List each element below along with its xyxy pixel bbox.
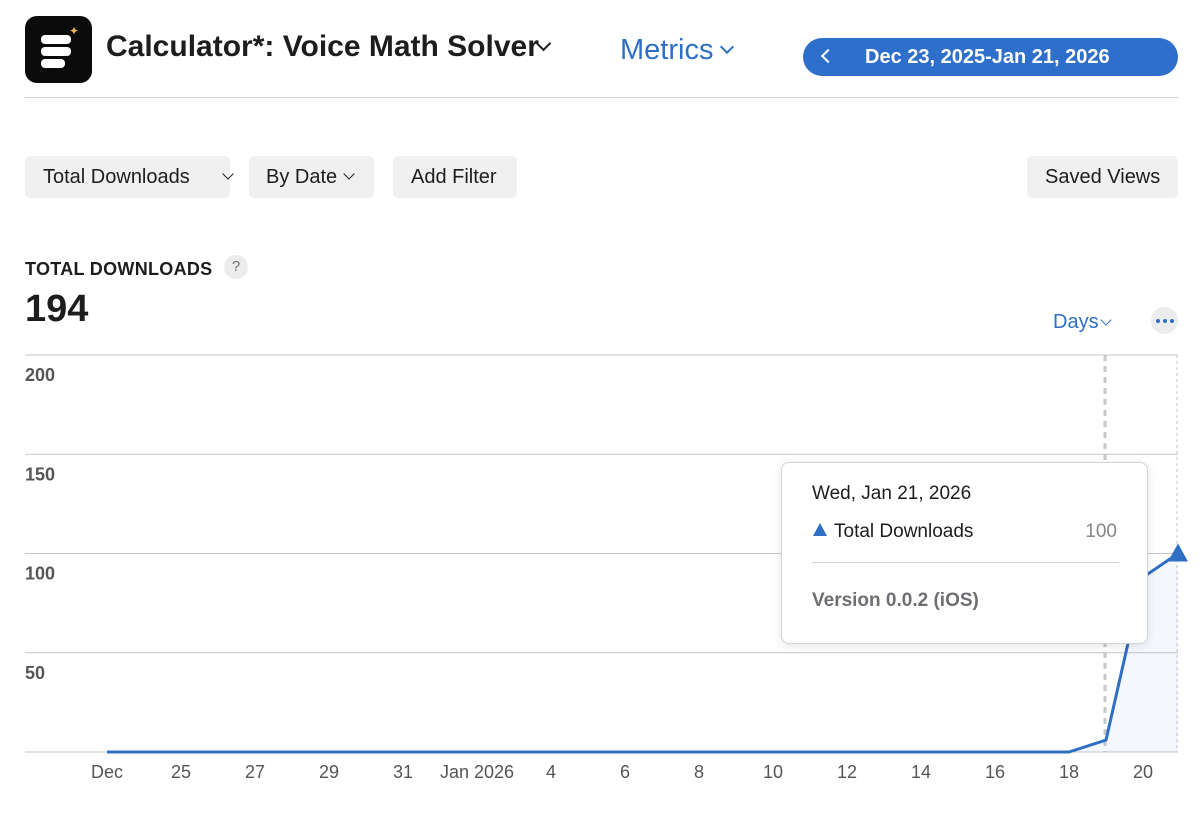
tooltip-date: Wed, Jan 21, 2026 <box>812 483 972 504</box>
tooltip-divider <box>812 562 1119 563</box>
y-tick-label: 50 <box>25 663 45 683</box>
y-tick-label: 200 <box>25 365 55 385</box>
chevron-left-icon[interactable] <box>820 48 836 64</box>
more-options-icon[interactable] <box>1151 307 1178 334</box>
help-icon[interactable]: ? <box>224 255 248 279</box>
highlight-point <box>1168 543 1188 562</box>
app-logo-icon[interactable]: ✦ <box>25 16 92 83</box>
metrics-menu[interactable]: Metrics <box>620 34 713 67</box>
y-tick-label: 100 <box>25 564 55 584</box>
x-tick-label: 25 <box>171 762 191 782</box>
sparkle-icon: ✦ <box>69 24 80 38</box>
measure-dropdown-label: Total Downloads <box>43 166 190 188</box>
add-filter-button[interactable]: Add Filter <box>393 156 517 198</box>
x-tick-label: 4 <box>546 762 556 782</box>
x-tick-label: 31 <box>393 762 413 782</box>
x-tick-label: 27 <box>245 762 265 782</box>
x-tick-label: 6 <box>620 762 630 782</box>
y-tick-label: 150 <box>25 464 55 484</box>
measure-dropdown[interactable]: Total Downloads <box>25 156 234 198</box>
group-by-dropdown[interactable]: By Date <box>249 156 374 198</box>
x-tick-label: 10 <box>763 762 783 782</box>
kpi-label: TOTAL DOWNLOADS <box>25 259 213 279</box>
add-filter-label: Add Filter <box>411 166 497 188</box>
chevron-down-icon <box>222 168 234 180</box>
header-divider <box>25 97 1178 98</box>
saved-views-button[interactable]: Saved Views <box>1027 156 1178 198</box>
saved-views-label: Saved Views <box>1045 166 1161 188</box>
x-tick-label: 29 <box>319 762 339 782</box>
date-range-label: Dec 23, 2025-Jan 21, 2026 <box>865 46 1110 68</box>
group-by-dropdown-label: By Date <box>266 166 338 188</box>
tooltip-series-label: Total Downloads <box>834 521 974 542</box>
kpi-value: 194 <box>25 288 89 330</box>
x-tick-label: Dec <box>91 762 123 782</box>
x-tick-label: 14 <box>911 762 931 782</box>
app-title[interactable]: Calculator*: Voice Math Solver <box>106 30 539 64</box>
x-tick-label: 20 <box>1133 762 1153 782</box>
series-triangle-icon <box>813 523 827 536</box>
interval-chevron-down-icon[interactable] <box>1100 314 1112 326</box>
x-tick-label: Jan 2026 <box>440 762 514 782</box>
x-tick-label: 8 <box>694 762 704 782</box>
metrics-chevron-down-icon[interactable] <box>719 39 735 55</box>
tooltip-value: 100 <box>1085 521 1117 542</box>
x-tick-label: 12 <box>837 762 857 782</box>
interval-dropdown[interactable]: Days <box>1053 311 1099 334</box>
chevron-down-icon <box>343 168 355 180</box>
date-range-picker[interactable]: Dec 23, 2025-Jan 21, 2026 <box>803 38 1178 76</box>
tooltip-version-note: Version 0.0.2 (iOS) <box>812 590 979 611</box>
x-tick-label: 18 <box>1059 762 1079 782</box>
x-tick-label: 16 <box>985 762 1005 782</box>
chart-tooltip: Wed, Jan 21, 2026 Total Downloads 100 Ve… <box>781 462 1148 644</box>
